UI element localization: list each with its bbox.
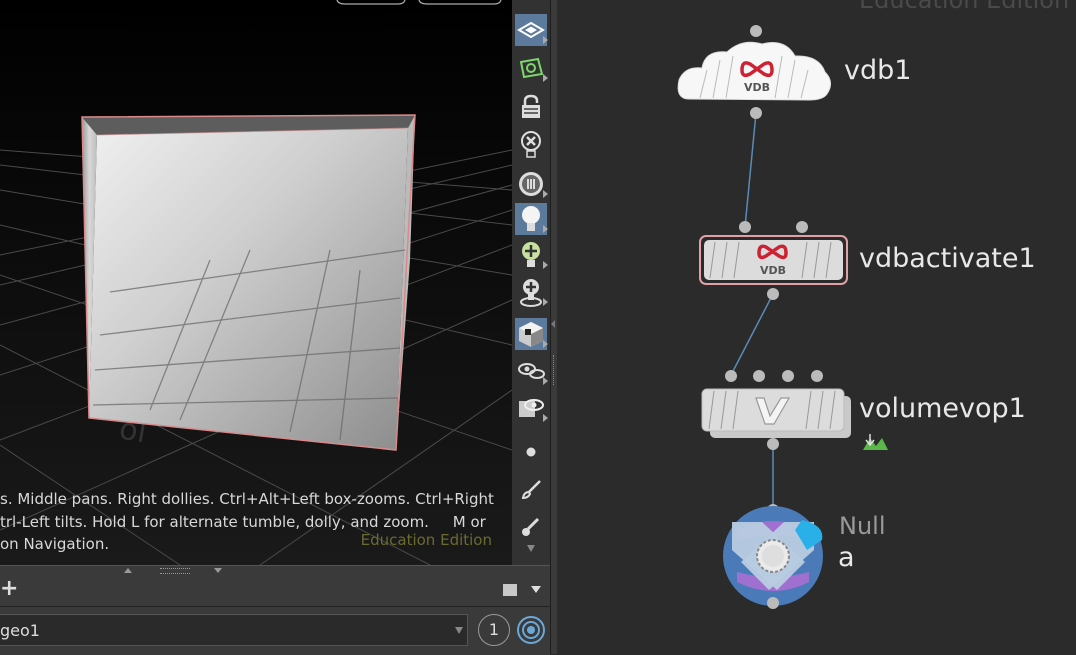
light-icon[interactable] [515, 203, 548, 235]
svg-text:VDB: VDB [744, 81, 770, 94]
layout-square-icon[interactable] [503, 584, 517, 596]
pick-icon[interactable] [515, 511, 547, 543]
shading-icon[interactable] [515, 318, 548, 350]
instance-count-badge[interactable]: 1 [478, 614, 510, 646]
ghost-icon[interactable] [515, 52, 548, 84]
resize-grip-icon[interactable] [160, 568, 190, 574]
viewport-bottom-bar: + [0, 565, 550, 606]
vdbactivate1-node[interactable]: VDB [699, 221, 848, 300]
chevron-down-icon[interactable] [531, 586, 541, 593]
svg-text:VDB: VDB [760, 264, 786, 277]
network-canvas: VDB VDB [677, 25, 888, 609]
viewport-toolbar [512, 0, 550, 565]
add-light-icon[interactable] [515, 239, 548, 271]
vdb1-label[interactable]: vdb1 [844, 55, 911, 86]
headlight-icon[interactable] [515, 168, 548, 200]
scene-viewport[interactable]: ol s. Middle pans. Right dollies. Ctrl+A… [0, 0, 512, 565]
lock-icon[interactable] [515, 91, 547, 123]
add-icon[interactable]: + [0, 578, 18, 600]
viewport-canvas: ol [0, 0, 512, 565]
collapse-down-icon[interactable] [214, 568, 222, 573]
brush-icon[interactable] [515, 474, 547, 506]
network-editor[interactable]: Education Edition VDB VDB vdb1 vdbactiva… [557, 0, 1076, 654]
splitter-grip-icon [553, 355, 556, 385]
toolbar-scroll-down-icon[interactable] [527, 545, 535, 552]
expand-up-icon[interactable] [124, 568, 132, 573]
vdbactivate1-label[interactable]: vdbactivate1 [859, 243, 1036, 274]
display-options-icon[interactable] [515, 14, 548, 46]
null-a-node[interactable] [723, 504, 823, 609]
pane-splitter[interactable] [550, 0, 557, 654]
wire [744, 112, 757, 228]
network-path-field[interactable]: geo1 [0, 614, 468, 646]
edition-label: Education Edition [360, 531, 492, 549]
remove-light-icon[interactable] [515, 129, 547, 161]
target-icon[interactable] [516, 615, 546, 649]
splitter-arrow-icon [551, 320, 555, 328]
add-light-on-target-icon[interactable] [515, 276, 548, 308]
wire [730, 293, 774, 376]
volumevop1-label[interactable]: volumevop1 [859, 393, 1026, 424]
help-line: trl-Left tilts. Hold L for alternate tum… [0, 512, 486, 531]
vdb1-node[interactable]: VDB [677, 25, 831, 119]
point-icon[interactable] [515, 436, 547, 468]
path-dropdown-icon[interactable] [455, 627, 463, 634]
null-type-label: Null [839, 512, 886, 540]
null-a-label[interactable]: a [838, 542, 855, 573]
eyes-icon[interactable] [515, 355, 548, 387]
help-line: s. Middle pans. Right dollies. Ctrl+Alt+… [0, 490, 494, 508]
visibility-icon[interactable] [515, 392, 548, 424]
network-path-bar: geo1 1 [0, 606, 550, 655]
